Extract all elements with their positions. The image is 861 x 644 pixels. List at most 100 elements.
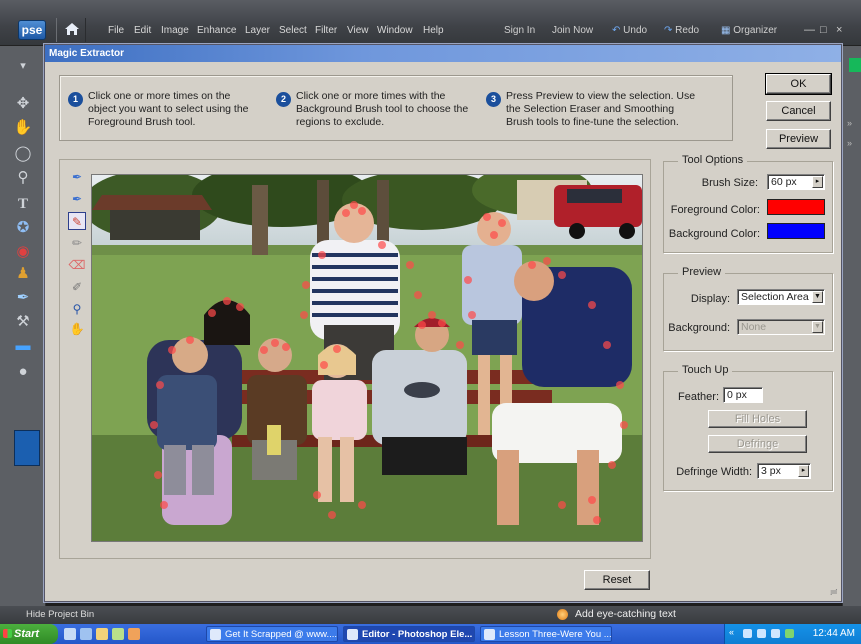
- chevron-down-icon[interactable]: ▼: [812, 321, 823, 333]
- desktop-icon[interactable]: [80, 628, 92, 640]
- menu-filter[interactable]: Filter: [315, 25, 337, 36]
- marquee-tool-icon[interactable]: ◯: [12, 144, 34, 164]
- expand-arrow-icon[interactable]: »: [847, 118, 852, 128]
- brush-size-label: Brush Size:: [701, 177, 758, 189]
- menu-layer[interactable]: Layer: [245, 25, 270, 36]
- preview-button[interactable]: Preview: [766, 129, 831, 149]
- red-eye-tool-icon[interactable]: ◉: [12, 242, 34, 262]
- taskbar-item-lesson[interactable]: Lesson Three-Were You ...: [480, 626, 612, 642]
- restore-icon[interactable]: □: [820, 24, 827, 36]
- defringe-width-field[interactable]: 3 px ▸: [757, 463, 811, 479]
- clock: 12:44 AM: [812, 628, 855, 639]
- foreground-color-swatch[interactable]: [767, 199, 825, 215]
- app-icon[interactable]: [112, 628, 124, 640]
- undo-label: Undo: [623, 25, 648, 36]
- resize-grip-icon[interactable]: ≓: [830, 587, 838, 598]
- home-button[interactable]: [56, 18, 86, 42]
- cookie-cutter-tool-icon[interactable]: ✪: [12, 218, 34, 238]
- menu-enhance[interactable]: Enhance: [197, 25, 236, 36]
- hide-project-bin-toggle[interactable]: Hide Project Bin: [26, 609, 94, 620]
- organizer-button[interactable]: ▦ Organizer: [721, 25, 777, 36]
- instructions-panel: 1 Click one or more times on the object …: [59, 75, 733, 141]
- ie-icon[interactable]: [64, 628, 76, 640]
- menu-image[interactable]: Image: [161, 25, 189, 36]
- tray-expand-icon[interactable]: «: [729, 627, 738, 637]
- preview-title: Preview: [678, 266, 726, 278]
- add-to-selection-tool-icon[interactable]: ✏: [68, 234, 86, 252]
- brush-tool-icon[interactable]: ✒: [12, 288, 34, 308]
- background-select[interactable]: None ▼: [737, 319, 825, 335]
- blur-tool-icon[interactable]: ●: [12, 362, 34, 382]
- foreground-color-swatch[interactable]: [14, 430, 40, 466]
- zoom-tool-icon[interactable]: ⚲: [12, 168, 34, 188]
- stamp-tool-icon[interactable]: ♟: [12, 264, 34, 284]
- slider-arrow-icon[interactable]: ▸: [812, 176, 823, 188]
- image-canvas[interactable]: [91, 174, 643, 542]
- tray-icon[interactable]: [771, 629, 780, 638]
- tray-icon[interactable]: [757, 629, 766, 638]
- text-tool-icon[interactable]: T: [12, 194, 34, 214]
- background-brush-tool-icon[interactable]: ✒: [68, 190, 86, 208]
- zoom-tool-icon[interactable]: ⚲: [68, 300, 86, 318]
- defringe-width-value: 3 px: [761, 465, 781, 477]
- tool-options-title: Tool Options: [678, 154, 748, 166]
- hand-tool-icon[interactable]: ✋: [12, 118, 34, 138]
- menu-file[interactable]: File: [108, 25, 124, 36]
- minimize-icon[interactable]: —: [804, 24, 815, 36]
- redo-button[interactable]: ↷ Redo: [664, 25, 699, 36]
- step-1-text: Click one or more times on the object yo…: [88, 90, 249, 128]
- menu-view[interactable]: View: [347, 25, 369, 36]
- taskbar-item-editor[interactable]: Editor - Photoshop Ele...: [343, 626, 475, 642]
- display-label: Display:: [690, 293, 730, 305]
- folder-icon[interactable]: [96, 628, 108, 640]
- defringe-button[interactable]: Defringe: [708, 435, 807, 453]
- status-indicator: [849, 58, 861, 72]
- reset-button[interactable]: Reset: [584, 570, 650, 590]
- close-icon[interactable]: ×: [836, 24, 842, 36]
- smoothing-brush-tool-icon[interactable]: ✐: [68, 278, 86, 296]
- undo-button[interactable]: ↶ Undo: [612, 25, 647, 36]
- tip-link[interactable]: Add eye-catching text: [575, 608, 676, 620]
- app-icon[interactable]: [128, 628, 140, 640]
- taskbar-item-browser[interactable]: Get It Scrapped @ www....: [206, 626, 338, 642]
- start-button[interactable]: Start: [0, 624, 58, 644]
- join-now-link[interactable]: Join Now: [552, 25, 593, 36]
- slider-arrow-icon[interactable]: ▸: [798, 465, 809, 477]
- project-bin-bar: Hide Project Bin Add eye-catching text: [0, 606, 861, 624]
- brush-size-value: 60 px: [771, 176, 797, 188]
- background-color-swatch[interactable]: [767, 223, 825, 239]
- display-select[interactable]: Selection Area ▼: [737, 289, 825, 305]
- shape-tool-icon[interactable]: ▬: [12, 336, 34, 356]
- volume-icon[interactable]: [743, 629, 752, 638]
- fill-holes-button[interactable]: Fill Holes: [708, 410, 807, 428]
- sign-in-link[interactable]: Sign In: [504, 25, 535, 36]
- family-photo: [92, 175, 642, 541]
- palette-strip: » »: [842, 46, 861, 606]
- move-tool-icon[interactable]: ✥: [12, 94, 34, 114]
- menu-help[interactable]: Help: [423, 25, 444, 36]
- undo-icon: ↶: [612, 25, 621, 36]
- hand-tool-icon[interactable]: ✋: [68, 320, 86, 338]
- options-toggle-icon[interactable]: ▾: [12, 56, 34, 76]
- point-eraser-tool-icon[interactable]: ✎: [68, 212, 86, 230]
- menu-select[interactable]: Select: [279, 25, 307, 36]
- network-icon[interactable]: [785, 629, 794, 638]
- foreground-brush-tool-icon[interactable]: ✒: [68, 168, 86, 186]
- remove-from-selection-tool-icon[interactable]: ⌫: [68, 256, 86, 274]
- brush-size-field[interactable]: 60 px ▸: [767, 174, 825, 190]
- menu-edit[interactable]: Edit: [134, 25, 151, 36]
- defringe-width-label: Defringe Width:: [676, 466, 752, 478]
- toolbox: ▾ ✥ ✋ ◯ ⚲ T ✪ ◉ ♟ ✒ ⚒ ▬ ●: [0, 46, 46, 606]
- step-1-number: 1: [68, 92, 83, 107]
- paint-bucket-tool-icon[interactable]: ⚒: [12, 312, 34, 332]
- expand-arrow-icon[interactable]: »: [847, 138, 852, 148]
- work-area: ✒ ✒ ✎ ✏ ⌫ ✐ ⚲ ✋: [59, 159, 651, 559]
- menu-window[interactable]: Window: [377, 25, 413, 36]
- ok-button[interactable]: OK: [765, 73, 832, 95]
- feather-field[interactable]: 0 px: [723, 387, 763, 403]
- chevron-down-icon[interactable]: ▼: [812, 291, 823, 303]
- app-logo: pse: [18, 20, 46, 40]
- touch-up-group: Touch Up Feather: 0 px Fill Holes Defrin…: [663, 364, 833, 491]
- cancel-button[interactable]: Cancel: [766, 101, 831, 121]
- step-2-number: 2: [276, 92, 291, 107]
